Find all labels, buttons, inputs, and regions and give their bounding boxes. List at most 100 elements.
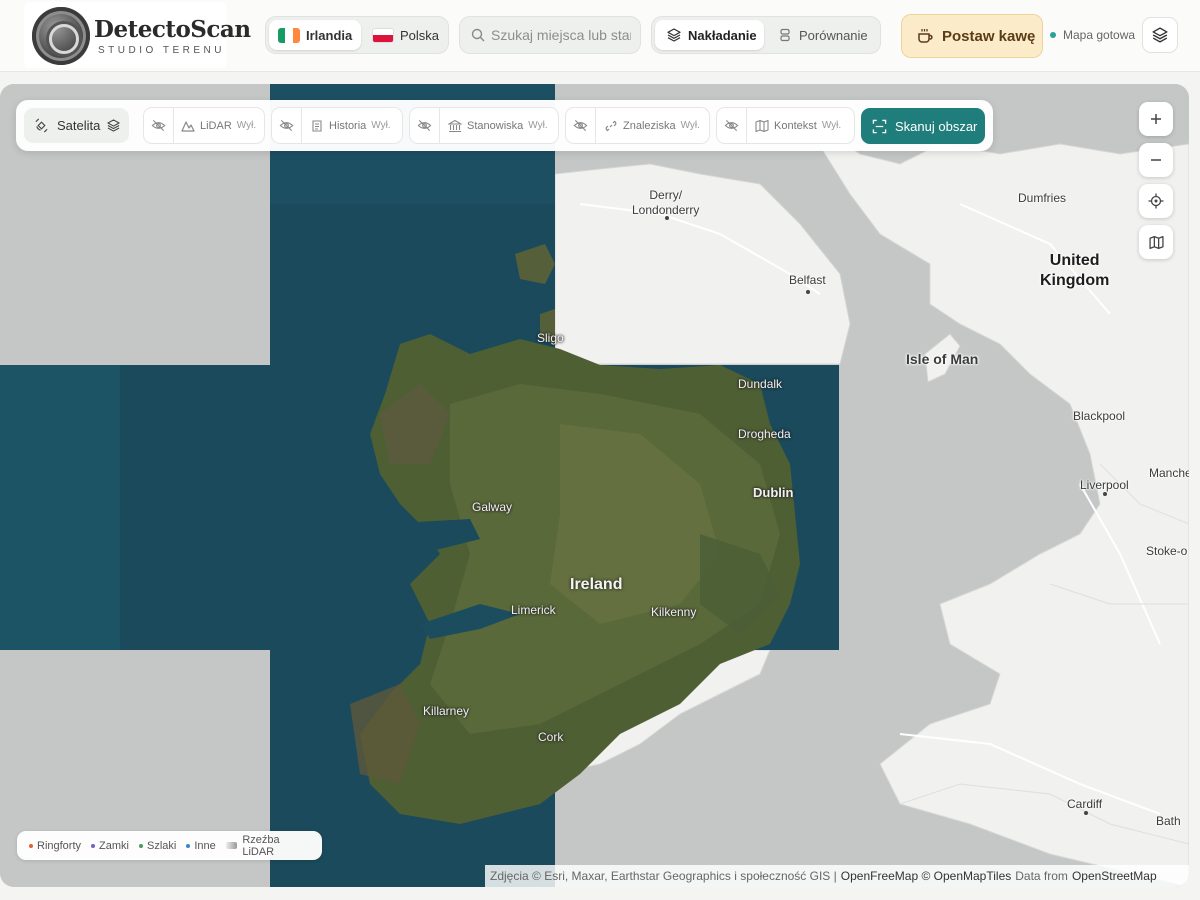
map-label-stoke: Stoke-o <box>1146 544 1188 558</box>
map-status: Mapa gotowa <box>1050 28 1135 42</box>
map-label-cork: Cork <box>538 730 564 744</box>
zoom-in-button[interactable] <box>1139 102 1173 136</box>
legend-dot-icon <box>138 843 143 848</box>
mode-label: Porównanie <box>799 27 868 43</box>
layers-menu-button[interactable] <box>1142 17 1178 53</box>
layer-toolbar: Satelita LiDAR Wył. Historia Wył. Stanow… <box>16 100 993 151</box>
city-marker <box>665 216 669 220</box>
eye-off-icon[interactable] <box>144 108 174 143</box>
app-header: DetectoScan STUDIO TERENU Irlandia Polsk… <box>0 0 1200 72</box>
legend-label: Rzeźba LiDAR <box>242 833 280 858</box>
scan-frame-icon <box>872 119 887 133</box>
locate-me-button[interactable] <box>1139 184 1173 218</box>
brand-name: DetectoScan <box>94 16 251 43</box>
mountain-icon <box>181 120 195 132</box>
map-label-dundalk: Dundalk <box>738 377 783 391</box>
map-icon <box>755 119 769 132</box>
mode-overlay-button[interactable]: Nakładanie <box>655 20 764 50</box>
legend-dot-icon <box>91 843 96 848</box>
legend-dot-icon <box>29 843 33 848</box>
layers-icon <box>667 28 681 42</box>
crosshair-icon <box>1148 193 1164 209</box>
map-label-isle-of-man: Isle of Man <box>906 351 979 367</box>
map-attribution: Zdjęcia © Esri, Maxar, Earthstar Geograp… <box>485 865 1189 887</box>
eye-off-icon[interactable] <box>717 108 747 143</box>
coffee-label: Postaw kawę <box>942 27 1036 45</box>
legend-label: Szlaki <box>146 839 177 852</box>
attribution-tiles-link[interactable]: OpenFreeMap © OpenMapTiles <box>841 869 1011 883</box>
country-switcher: Irlandia Polska <box>265 16 449 54</box>
map-label-galway: Galway <box>472 500 513 514</box>
status-text: Mapa gotowa <box>1063 28 1136 42</box>
map-label-united-kingdom: United Kingdom <box>1040 252 1110 289</box>
landmark-icon <box>448 119 462 132</box>
layers-icon <box>1152 27 1168 43</box>
map-icon <box>1148 235 1164 249</box>
map-label-dumfries: Dumfries <box>1018 191 1067 205</box>
layer-state: Wył. <box>680 120 700 131</box>
legend-item-trails: Szlaki <box>138 839 177 852</box>
map-label-cardiff: Cardiff <box>1067 797 1103 811</box>
poland-flag-icon <box>372 27 394 43</box>
layer-lidar-toggle[interactable]: LiDAR Wył. <box>143 107 265 144</box>
link-icon <box>605 120 617 131</box>
map-label-blackpool: Blackpool <box>1073 409 1126 423</box>
map-legend: Ringforty Zamki Szlaki Inne Rzeźba LiDAR <box>17 831 322 860</box>
country-label: Irlandia <box>306 27 353 43</box>
city-marker <box>1103 492 1107 496</box>
base-layer-button[interactable]: Satelita <box>24 108 129 143</box>
compare-icon <box>780 28 790 42</box>
map-label-liverpool: Liverpool <box>1080 478 1129 492</box>
country-ireland-button[interactable]: Irlandia <box>269 20 361 50</box>
eye-off-icon[interactable] <box>272 108 302 143</box>
ireland-flag-icon <box>278 27 300 43</box>
lidar-swatch-icon <box>225 842 238 849</box>
buy-coffee-button[interactable]: Postaw kawę <box>901 14 1043 58</box>
country-poland-button[interactable]: Polska <box>363 20 447 50</box>
map-label-text: Derry/ Londonderry <box>632 188 700 217</box>
map-label-ireland: Ireland <box>570 576 623 593</box>
brand-logo[interactable]: DetectoScan STUDIO TERENU <box>24 2 251 68</box>
scroll-icon <box>312 119 322 132</box>
brand-subtitle: STUDIO TERENU <box>98 45 225 56</box>
search-input[interactable] <box>491 27 631 43</box>
mode-label: Nakładanie <box>688 27 757 43</box>
map-label-drogheda: Drogheda <box>738 427 791 441</box>
eye-off-icon[interactable] <box>566 108 596 143</box>
map-label-killarney: Killarney <box>423 704 470 718</box>
layer-state: Wył. <box>528 120 548 131</box>
coffee-cup-icon <box>918 29 933 43</box>
zoom-out-button[interactable] <box>1139 143 1173 177</box>
layer-history-toggle[interactable]: Historia Wył. <box>271 107 403 144</box>
layer-label: Znaleziska <box>623 119 676 132</box>
scan-area-button[interactable]: Skanuj obszar <box>861 108 985 144</box>
map-label-dublin: Dublin <box>753 485 794 500</box>
legend-item-ringforts: Ringforty <box>29 840 81 852</box>
legend-label: Inne <box>194 839 216 852</box>
country-label: Polska <box>400 27 440 43</box>
map-canvas <box>0 84 1189 887</box>
map-style-button[interactable] <box>1139 225 1173 259</box>
attribution-osm-link[interactable]: OpenStreetMap <box>1072 869 1157 883</box>
layer-state: Wył. <box>371 120 391 131</box>
status-dot-icon <box>1050 32 1056 38</box>
map-label-derry: Derry/ Londonderry <box>632 188 699 218</box>
layer-sites-toggle[interactable]: Stanowiska Wył. <box>409 107 559 144</box>
map-label-manchester: Manche <box>1149 466 1189 480</box>
layer-state: Wył. <box>236 120 257 131</box>
attribution-imagery: Zdjęcia © Esri, Maxar, Earthstar Geograp… <box>490 869 837 883</box>
layer-label: Stanowiska <box>467 119 524 132</box>
legend-label: Zamki <box>99 839 129 852</box>
layer-state: Wył. <box>821 120 842 131</box>
map-view[interactable]: Derry/ Londonderry Dumfries Belfast Unit… <box>0 84 1189 887</box>
city-marker <box>806 290 810 294</box>
eye-off-icon[interactable] <box>410 108 440 143</box>
city-marker <box>1084 811 1088 815</box>
legend-item-other: Inne <box>186 839 216 852</box>
layer-finds-toggle[interactable]: Znaleziska Wył. <box>565 107 710 144</box>
minus-icon <box>1151 159 1161 161</box>
mode-compare-button[interactable]: Porównanie <box>766 20 879 50</box>
layer-context-toggle[interactable]: Kontekst Wył. <box>716 107 855 144</box>
layer-label: Kontekst <box>774 119 817 132</box>
search-icon <box>471 28 485 42</box>
